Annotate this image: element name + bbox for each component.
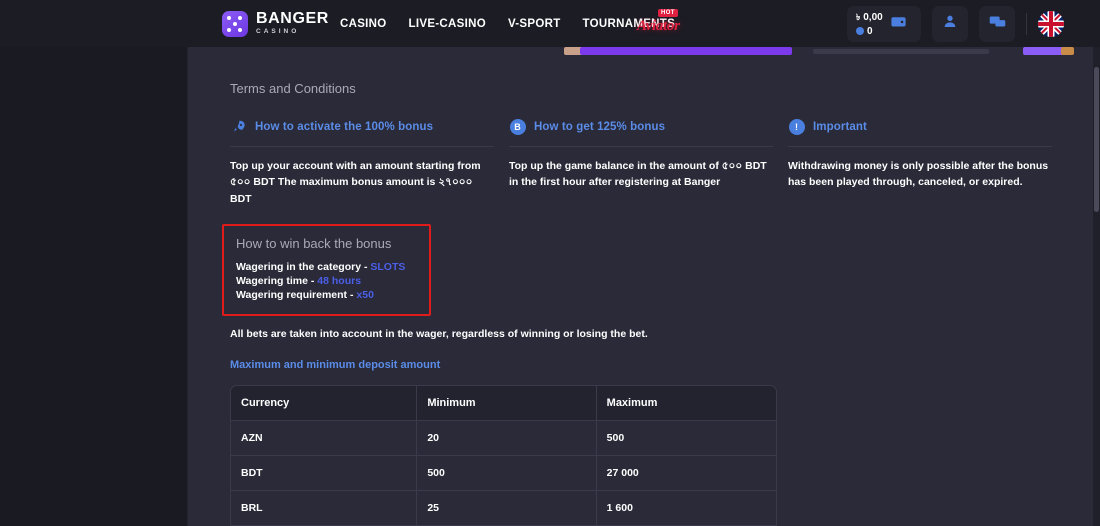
exclamation-icon: ! [788,118,805,135]
wagering-category-value: SLOTS [370,260,406,273]
nav-item-live-casino[interactable]: LIVE-CASINO [409,18,486,30]
bonus-card-title: How to activate the 100% bonus [255,120,434,133]
cell-currency: BRL [231,491,418,526]
bonus-card-title: How to get 125% bonus [534,120,666,133]
wagering-category-line: Wagering in the category - SLOTS [236,260,417,274]
cell-minimum: 500 [417,456,597,491]
balance-values: ৳ 0,00 0 [856,11,883,37]
bonus-card-body: Top up the game balance in the amount of… [509,160,767,189]
deposit-amount-link[interactable]: Maximum and minimum deposit amount [230,359,1052,371]
table-row: BRL 25 1 600 [231,491,776,526]
main-navigation: CASINO LIVE-CASINO V-SPORT TOURNAMENTS [340,18,675,30]
nav-item-aviator[interactable]: Aviator HOT [636,9,688,37]
aviator-logo-text: Aviator [637,18,680,34]
site-header: BANGER CASINO CASINO LIVE-CASINO V-SPORT… [0,0,1100,47]
cell-minimum: 25 [417,491,597,526]
header-divider [1026,12,1027,35]
column-header-maximum: Maximum [606,397,658,410]
profile-icon [942,13,958,34]
cell-maximum: 27 000 [606,467,639,480]
bonus-card-title: Important [813,120,867,133]
promo-banner-strip[interactable] [188,47,1094,61]
column-header-currency: Currency [231,386,418,421]
profile-button[interactable] [932,5,968,42]
promo-banner-tertiary [1023,47,1065,55]
balance-amount: 0,00 [863,12,883,23]
page-scrollbar[interactable] [1093,47,1100,526]
rocket-icon [230,118,247,135]
aviator-hot-badge: HOT [658,9,678,17]
wallet-icon[interactable] [890,13,907,35]
table-row: AZN 20 500 [231,421,776,457]
cell-maximum: 500 [606,432,625,445]
wagering-time-line: Wagering time - 48 hours [236,274,417,288]
balance-widget[interactable]: ৳ 0,00 0 [847,5,921,42]
scrollbar-thumb[interactable] [1094,67,1099,212]
column-header-minimum: Minimum [417,386,597,421]
table-header-row: Currency Minimum Maximum [231,386,776,422]
exclamation-badge-char: ! [788,118,805,135]
currency-symbol: ৳ [856,11,861,22]
bonus-card-activate: How to activate the 100% bonus Top up yo… [230,118,494,207]
wagering-requirement-value: x50 [356,289,374,302]
bonus-card-body: Top up your account with an amount start… [230,160,481,205]
win-back-title: How to win back the bonus [236,235,392,251]
header-actions: ৳ 0,00 0 [847,5,1064,42]
chat-button[interactable] [979,5,1015,42]
brand-name: BANGER [256,10,329,28]
terms-and-conditions-title: Terms and Conditions [230,81,356,96]
b-badge-icon: B [509,118,526,135]
brand-text: BANGER CASINO [256,11,329,36]
deposit-limits-table: Currency Minimum Maximum AZN 20 500 BDT … [230,385,777,526]
balance-main-row: ৳ 0,00 [856,11,883,25]
brand-logo-link[interactable]: BANGER CASINO [222,10,329,37]
bonus-card-header[interactable]: How to activate the 100% bonus [230,118,494,146]
cell-currency: BDT [231,456,418,491]
wagering-time-label: Wagering time - [236,274,318,287]
main-content: Terms and Conditions How to activate the… [188,47,1094,526]
promo-banner-primary [580,47,792,55]
wagering-time-value: 48 hours [317,274,362,287]
cell-currency: AZN [231,421,418,456]
brand-subtitle: CASINO [256,28,300,36]
bonus-card-header[interactable]: B How to get 125% bonus [509,118,773,146]
bonus-balance-amount: 0 [867,25,873,37]
nav-item-v-sport[interactable]: V-SPORT [508,18,561,30]
bonus-balance-row: 0 [856,26,883,37]
wagering-category-label: Wagering in the category - [236,260,371,273]
bonus-cards: How to activate the 100% bonus Top up yo… [230,118,1052,207]
bonus-card-header[interactable]: ! Important [788,118,1052,146]
nav-item-casino[interactable]: CASINO [340,18,387,30]
promo-banner-secondary [813,49,989,54]
chat-icon [989,13,1006,35]
table-row: BDT 500 27 000 [231,456,776,492]
b-badge-letter: B [509,118,526,135]
cell-maximum: 1 600 [606,502,633,515]
all-bets-note: All bets are taken into account in the w… [230,328,648,341]
page-root: BANGER CASINO CASINO LIVE-CASINO V-SPORT… [0,0,1100,526]
wagering-requirement-line: Wagering requirement - x50 [236,288,417,302]
bonus-card-get-125: B How to get 125% bonus Top up the game … [509,118,773,207]
coin-icon [856,27,864,35]
promo-banner-quaternary [1061,47,1074,55]
uk-flag-icon[interactable] [1038,10,1064,37]
cell-minimum: 20 [417,421,597,456]
bonus-card-important: ! Important Withdrawing money is only po… [788,118,1052,207]
dice-logo-icon [222,10,248,37]
win-back-bonus-highlight-box: How to win back the bonus Wagering in th… [222,223,431,317]
bonus-card-body: Withdrawing money is only possible after… [788,160,1049,189]
wagering-requirement-label: Wagering requirement - [236,289,357,302]
left-sidebar [0,47,188,526]
